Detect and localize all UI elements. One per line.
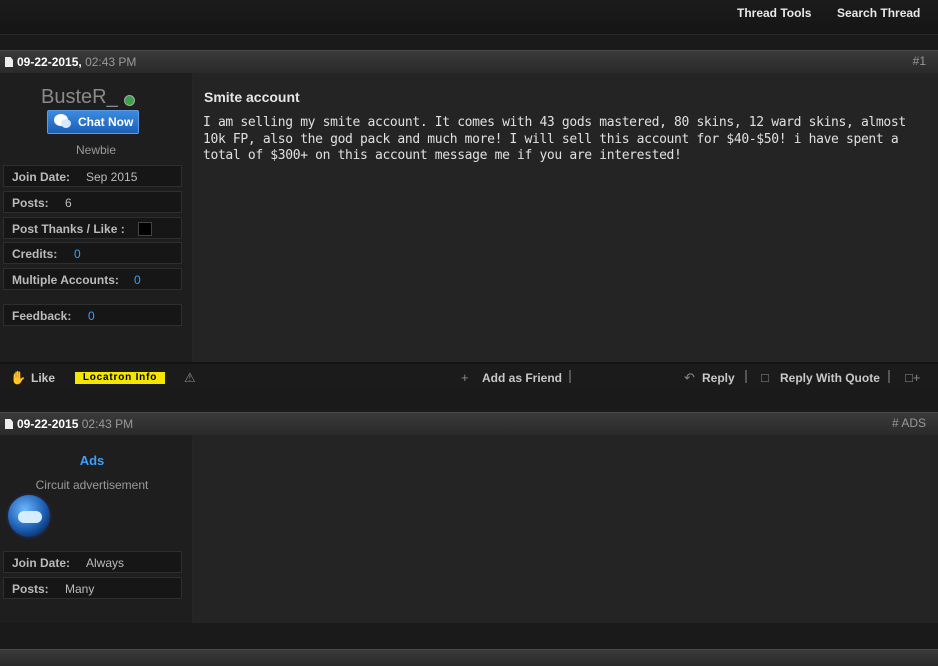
multiple-accounts-row: Multiple Accounts: 0 — [3, 268, 182, 290]
locatron-info-button[interactable]: Locatron Info — [75, 372, 165, 384]
post-user-info: BusteR_ Chat Now Newbie Join Date: Sep 2… — [0, 73, 193, 362]
chat-now-button[interactable]: Chat Now — [47, 110, 139, 134]
reply-arrow-icon: ↶ — [684, 370, 695, 385]
post-time: 02:43 PM — [85, 55, 137, 69]
username-link[interactable]: Ads — [0, 453, 184, 468]
toolbar-spacer — [0, 35, 938, 50]
posts-row: Posts: 6 — [3, 191, 182, 213]
thread-toolbar: Thread Tools Search Thread — [0, 0, 938, 35]
post-header: 09-22-2015, 02:43 PM #1 — [0, 50, 938, 73]
post-document-icon — [5, 419, 13, 429]
post-number-link[interactable]: # ADS — [892, 416, 926, 430]
post-thanks-row: Post Thanks / Like : — [3, 217, 182, 239]
post-separator — [0, 623, 938, 649]
footer-divider — [569, 370, 571, 383]
search-thread-button[interactable]: Search Thread — [837, 6, 920, 20]
user-title: Circuit advertisement — [35, 478, 149, 492]
add-as-friend-button[interactable]: Add as Friend — [482, 371, 562, 385]
add-friend-icon: + — [461, 370, 469, 385]
post-number-link[interactable]: #1 — [913, 54, 926, 68]
like-hand-icon[interactable]: ✋ — [10, 370, 26, 386]
post-time: 02:43 PM — [81, 417, 134, 431]
multiquote-icon[interactable]: □+ — [905, 370, 920, 385]
next-post-header — [0, 649, 938, 666]
post-message: I am selling my smite account. It comes … — [203, 115, 906, 163]
feedback-row: Feedback: 0 — [3, 304, 182, 326]
post-title: Smite account — [204, 89, 300, 105]
post-header: 09-22-2015 02:43 PM # ADS — [0, 412, 938, 435]
report-warning-icon[interactable]: ⚠ — [184, 370, 196, 386]
post-date: 09-22-2015, 02:43 PM — [17, 55, 137, 69]
post-document-icon — [5, 57, 13, 67]
footer-divider — [888, 370, 890, 383]
post-date: 09-22-2015 02:43 PM — [17, 417, 134, 431]
join-date-row: Join Date: Always — [3, 551, 182, 573]
gamepad-avatar-icon — [6, 493, 52, 539]
footer-divider — [745, 370, 747, 383]
username-link[interactable]: BusteR_ — [41, 86, 118, 109]
thanks-toggle-icon[interactable] — [138, 222, 152, 236]
quote-bubble-icon: □ — [761, 370, 769, 385]
thread-tools-button[interactable]: Thread Tools — [737, 6, 811, 20]
online-status-icon — [124, 95, 135, 106]
posts-row: Posts: Many — [3, 577, 182, 599]
ad-content — [193, 435, 938, 623]
post-footer: ✋ Like Locatron Info ⚠ + Add as Friend ↶… — [0, 364, 938, 390]
ad-user-info: Ads Circuit advertisement Join Date: Alw… — [0, 435, 193, 623]
reply-with-quote-button[interactable]: Reply With Quote — [780, 371, 880, 385]
like-button[interactable]: Like — [31, 371, 55, 385]
join-date-row: Join Date: Sep 2015 — [3, 165, 182, 187]
credits-row: Credits: 0 — [3, 242, 182, 264]
post-separator — [0, 390, 938, 412]
post-content: Smite account I am selling my smite acco… — [193, 73, 938, 362]
reply-button[interactable]: Reply — [702, 371, 735, 385]
user-title: Newbie — [75, 143, 117, 157]
